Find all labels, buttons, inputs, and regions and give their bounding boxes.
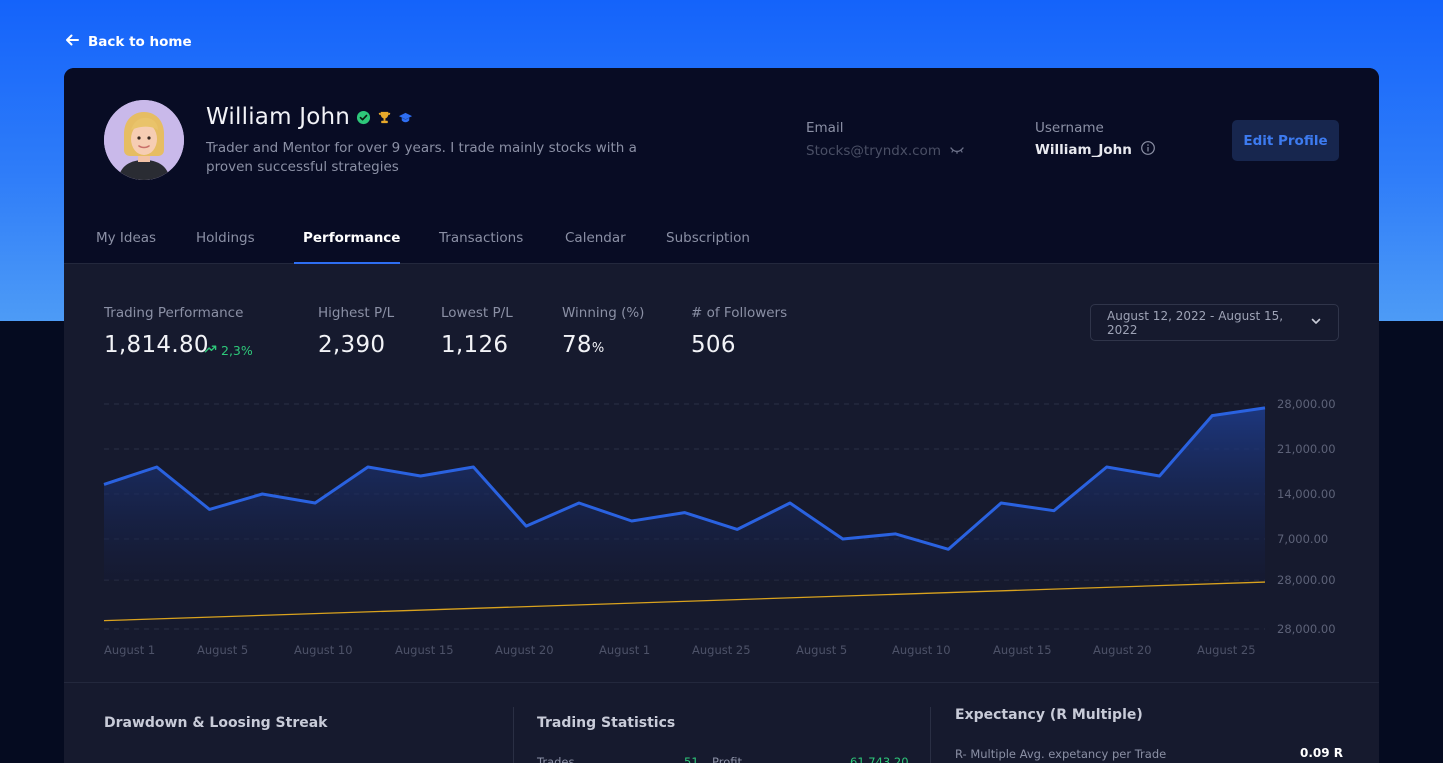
- x-tick-label: August 1: [104, 643, 155, 657]
- y-tick-label: 28,000.00: [1277, 573, 1336, 587]
- x-tick-label: August 10: [892, 643, 951, 657]
- stat-value-trading-performance: 1,814.80: [104, 332, 209, 358]
- date-range-value: August 12, 2022 - August 15, 2022: [1107, 308, 1284, 337]
- back-to-home-label: Back to home: [88, 34, 192, 50]
- profile-card: William John Trader and Mentor for over …: [64, 68, 1379, 763]
- tab-performance[interactable]: Performance: [303, 230, 400, 246]
- email-label: Email: [806, 120, 844, 136]
- x-tick-label: August 15: [993, 643, 1052, 657]
- winning-value: 78: [562, 332, 592, 358]
- divider: [513, 707, 514, 763]
- y-tick-label: 14,000.00: [1277, 487, 1336, 501]
- trend-value: 2,3%: [221, 342, 253, 358]
- stat-value-followers: 506: [691, 332, 736, 358]
- drawdown-title: Drawdown & Loosing Streak: [104, 715, 328, 731]
- tab-my-ideas[interactable]: My Ideas: [96, 230, 156, 246]
- x-tick-label: August 1: [599, 643, 650, 657]
- trend-indicator: 2,3%: [204, 342, 253, 358]
- profile-name: William John: [206, 104, 351, 130]
- x-tick-label: August 5: [796, 643, 847, 657]
- y-tick-label: 28,000.00: [1277, 622, 1336, 636]
- expectancy-title: Expectancy (R Multiple): [955, 707, 1143, 723]
- x-tick-label: August 20: [1093, 643, 1152, 657]
- expectancy-label: R- Multiple Avg. expetancy per Trade: [955, 747, 1167, 761]
- tab-calendar[interactable]: Calendar: [565, 230, 626, 246]
- y-tick-label: 21,000.00: [1277, 442, 1336, 456]
- y-tick-label: 28,000.00: [1277, 397, 1336, 411]
- trophy-icon: [377, 110, 392, 125]
- x-tick-label: August 25: [1197, 643, 1256, 657]
- profile-header: William John Trader and Mentor for over …: [64, 68, 1379, 264]
- x-tick-label: August 15: [395, 643, 454, 657]
- date-range-select[interactable]: August 12, 2022 - August 15, 2022: [1090, 304, 1339, 341]
- stat-label-highest-pl: Highest P/L: [318, 305, 395, 321]
- divider: [930, 707, 931, 763]
- stat-label-followers: # of Followers: [691, 305, 788, 321]
- info-icon[interactable]: [1140, 140, 1156, 160]
- username-value: William_John: [1035, 142, 1132, 158]
- profile-name-row: William John: [206, 104, 413, 130]
- profit-value: 61,743.20: [850, 755, 909, 763]
- y-tick-label: 7,000.00: [1277, 532, 1328, 546]
- trading-statistics-title: Trading Statistics: [537, 715, 676, 731]
- winning-unit: %: [591, 341, 605, 356]
- avatar: [104, 100, 184, 180]
- edit-profile-button[interactable]: Edit Profile: [1232, 120, 1339, 161]
- x-tick-label: August 10: [294, 643, 353, 657]
- tab-subscription[interactable]: Subscription: [666, 230, 750, 246]
- profile-bio: Trader and Mentor for over 9 years. I tr…: [206, 140, 637, 175]
- arrow-left-icon: [65, 33, 79, 51]
- email-field: Stocks@tryndx.com: [806, 141, 965, 161]
- stat-label-winning: Winning (%): [562, 305, 645, 321]
- stat-value-highest-pl: 2,390: [318, 332, 386, 358]
- stat-value-lowest-pl: 1,126: [441, 332, 509, 358]
- expectancy-value: 0.09 R: [1300, 746, 1344, 760]
- bottom-panels: Drawdown & Loosing Streak Trading Statis…: [64, 682, 1379, 763]
- active-tab-indicator: [294, 262, 400, 264]
- secondary-series-line: [103, 581, 1266, 622]
- x-tick-label: August 20: [495, 643, 554, 657]
- eye-closed-icon[interactable]: [949, 141, 965, 161]
- tab-holdings[interactable]: Holdings: [196, 230, 255, 246]
- profile-tabs: My Ideas Holdings Performance Transactio…: [64, 218, 1379, 264]
- back-to-home-link[interactable]: Back to home: [65, 32, 192, 52]
- performance-chart: 28,000.00 21,000.00 14,000.00 7,000.00 28,00…: [103, 397, 1336, 657]
- tab-transactions[interactable]: Transactions: [439, 230, 523, 246]
- chevron-down-icon: [1310, 315, 1322, 330]
- stat-label-lowest-pl: Lowest P/L: [441, 305, 513, 321]
- verified-icon: [356, 110, 371, 125]
- trending-up-icon: [204, 342, 217, 358]
- x-tick-label: August 25: [692, 643, 751, 657]
- stat-label-trading-performance: Trading Performance: [104, 305, 244, 321]
- trades-label: Trades: [537, 755, 575, 763]
- x-tick-label: August 5: [197, 643, 248, 657]
- graduation-cap-icon: [398, 110, 413, 125]
- email-value: Stocks@tryndx.com: [806, 143, 941, 159]
- stat-value-winning: 78%: [562, 332, 605, 358]
- profit-label: Profit: [712, 755, 742, 763]
- trades-value: 51: [684, 755, 699, 763]
- username-label: Username: [1035, 120, 1104, 136]
- username-field: William_John: [1035, 140, 1156, 160]
